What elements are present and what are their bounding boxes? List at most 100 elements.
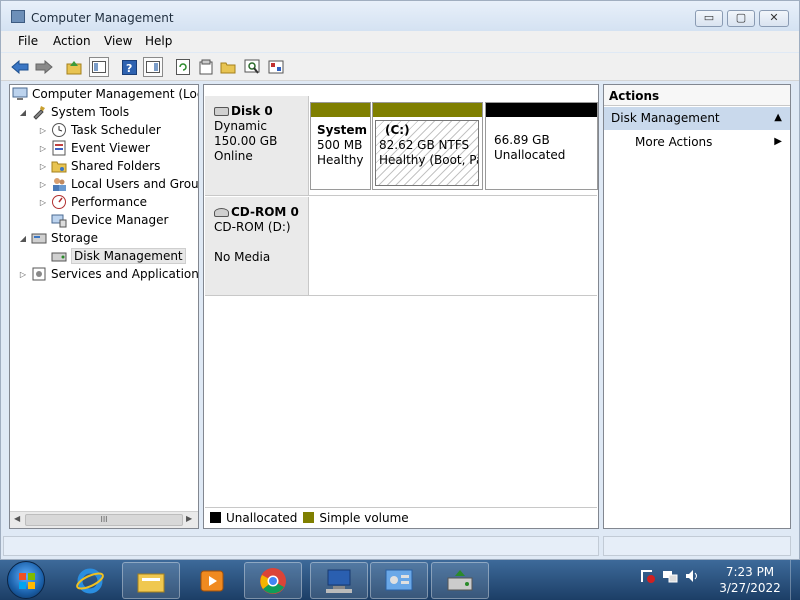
file-explorer-icon [137, 573, 165, 592]
partition-c-drive[interactable]: (C:) 82.62 GB NTFS Healthy (Boot, Pag [372, 102, 483, 190]
scroll-left-icon[interactable]: ◀ [14, 514, 20, 523]
expanded-arrow-icon[interactable]: ◢ [18, 108, 28, 117]
disk-0-label[interactable]: Disk 0 Dynamic 150.00 GB Online [205, 96, 309, 195]
partition-status: Healthy ( [317, 153, 367, 167]
legend-label: Simple volume [319, 510, 409, 525]
actions-pane: Actions Disk Management ▲ More Actions ▶ [603, 84, 791, 529]
computer-management-icon [11, 10, 25, 23]
disk-0-row[interactable]: Disk 0 Dynamic 150.00 GB Online System I… [205, 96, 598, 196]
submenu-arrow-icon: ▶ [774, 136, 782, 147]
menu-action[interactable]: Action [53, 34, 91, 48]
tree-item-device-manager[interactable]: Device Manager [51, 211, 168, 229]
close-button[interactable]: ✕ [759, 10, 789, 27]
cdrom-0-row[interactable]: CD-ROM 0 CD-ROM (D:) No Media [205, 197, 597, 296]
partition-unallocated[interactable]: 66.89 GB Unallocated [485, 102, 598, 190]
legend-simple-volume: Simple volume [303, 510, 409, 525]
scroll-right-icon[interactable]: ▶ [186, 514, 192, 523]
internet-explorer-icon [76, 568, 104, 593]
legend-swatch [303, 512, 315, 523]
menu-view[interactable]: View [104, 34, 132, 48]
collapsed-arrow-icon[interactable]: ▷ [38, 126, 48, 135]
volume-icon[interactable] [684, 568, 700, 584]
help-icon[interactable]: ? [119, 57, 139, 77]
collapsed-arrow-icon[interactable]: ▷ [38, 162, 48, 171]
back-arrow-icon[interactable] [10, 57, 30, 77]
show-hide-tree-icon[interactable] [89, 57, 109, 77]
action-pane-icon[interactable] [143, 57, 163, 77]
tree-label: Disk Management [71, 248, 186, 264]
menu-help[interactable]: Help [145, 34, 172, 48]
horizontal-scrollbar[interactable]: ◀ III ▶ [10, 511, 198, 528]
chrome-button[interactable] [244, 562, 302, 599]
remote-desktop-icon [326, 569, 352, 593]
performance-icon [51, 194, 67, 210]
expanded-arrow-icon[interactable]: ◢ [18, 234, 28, 243]
collapsed-arrow-icon[interactable]: ▷ [38, 198, 48, 207]
tree-item-event-viewer[interactable]: ▷ Event Viewer [38, 139, 150, 157]
collapsed-arrow-icon[interactable]: ▷ [18, 270, 28, 279]
tree-item-local-users[interactable]: ▷ Local Users and Groups [38, 175, 199, 193]
tree-label: System Tools [51, 105, 130, 119]
taskbar-clock[interactable]: 7:23 PM 3/27/2022 [716, 564, 784, 596]
event-viewer-icon [51, 140, 67, 156]
window-title: Computer Management [31, 11, 174, 25]
settings-icon[interactable] [266, 57, 286, 77]
up-folder-icon[interactable] [64, 57, 84, 77]
maximize-button[interactable]: ▢ [727, 10, 755, 27]
tools-icon [31, 104, 47, 120]
open-folder-icon[interactable] [219, 57, 239, 77]
tree-item-disk-management[interactable]: Disk Management [51, 247, 186, 265]
control-panel-button[interactable] [370, 562, 428, 599]
tree-item-computer-management[interactable]: Computer Management (Local [12, 85, 198, 103]
windows-logo-icon [19, 573, 35, 589]
collapsed-arrow-icon[interactable]: ▷ [38, 180, 48, 189]
tree-label: Local Users and Groups [71, 177, 199, 191]
scroll-thumb[interactable]: III [25, 514, 183, 526]
console-tree-pane[interactable]: Computer Management (Local ◢ System Tool… [9, 84, 199, 529]
tree-item-system-tools[interactable]: ◢ System Tools [18, 103, 129, 121]
tree-item-services[interactable]: ▷ Services and Applications [18, 265, 198, 283]
properties-icon[interactable] [196, 57, 216, 77]
menu-file[interactable]: File [18, 34, 38, 48]
taskbar: 7:23 PM 3/27/2022 [0, 560, 800, 600]
partition-system-reserved[interactable]: System I 500 MB N Healthy ( [310, 102, 371, 190]
refresh-icon[interactable] [173, 57, 193, 77]
show-desktop-button[interactable] [790, 560, 800, 600]
tree-item-performance[interactable]: ▷ Performance [38, 193, 147, 211]
cdrom-0-name: CD-ROM 0 [231, 205, 299, 219]
tree-item-task-scheduler[interactable]: ▷ Task Scheduler [38, 121, 161, 139]
remote-desktop-button[interactable] [310, 562, 368, 599]
internet-explorer-button[interactable] [61, 562, 119, 599]
tree-item-storage[interactable]: ◢ Storage [18, 229, 98, 247]
tree-label: Task Scheduler [71, 123, 161, 137]
legend-bar: Unallocated Simple volume [205, 507, 597, 527]
disk-management-taskbar-button[interactable] [431, 562, 489, 599]
device-manager-icon [51, 212, 67, 228]
search-icon[interactable] [242, 57, 262, 77]
actions-section-disk-management[interactable]: Disk Management ▲ [604, 107, 790, 130]
action-center-icon[interactable] [640, 568, 656, 584]
partition-size: 82.62 GB NTFS [379, 138, 470, 152]
partition-name: (C:) [385, 123, 410, 137]
menu-bar: File Action View Help [1, 31, 799, 52]
start-button[interactable] [7, 561, 45, 599]
file-explorer-button[interactable] [122, 562, 180, 599]
status-bar [1, 533, 799, 559]
cdrom-0-status: No Media [214, 250, 271, 264]
media-player-button[interactable] [183, 562, 241, 599]
forward-arrow-icon[interactable] [34, 57, 54, 77]
minimize-button[interactable]: ▭ [695, 10, 723, 27]
status-cell [3, 536, 599, 556]
status-cell [603, 536, 791, 556]
disk-graphical-view: Disk 0 Dynamic 150.00 GB Online System I… [203, 84, 599, 529]
collapsed-arrow-icon[interactable]: ▷ [38, 144, 48, 153]
disk-management-icon [51, 248, 67, 264]
legend-label: Unallocated [226, 510, 298, 525]
network-icon[interactable] [662, 568, 678, 584]
collapse-up-icon[interactable]: ▲ [774, 112, 782, 123]
tree-item-shared-folders[interactable]: ▷ Shared Folders [38, 157, 160, 175]
title-bar[interactable]: Computer Management ▭ ▢ ✕ [1, 1, 799, 31]
cd-drive-icon [214, 208, 229, 217]
more-actions-item[interactable]: More Actions ▶ [604, 133, 790, 153]
cdrom-0-label[interactable]: CD-ROM 0 CD-ROM (D:) No Media [205, 197, 309, 295]
